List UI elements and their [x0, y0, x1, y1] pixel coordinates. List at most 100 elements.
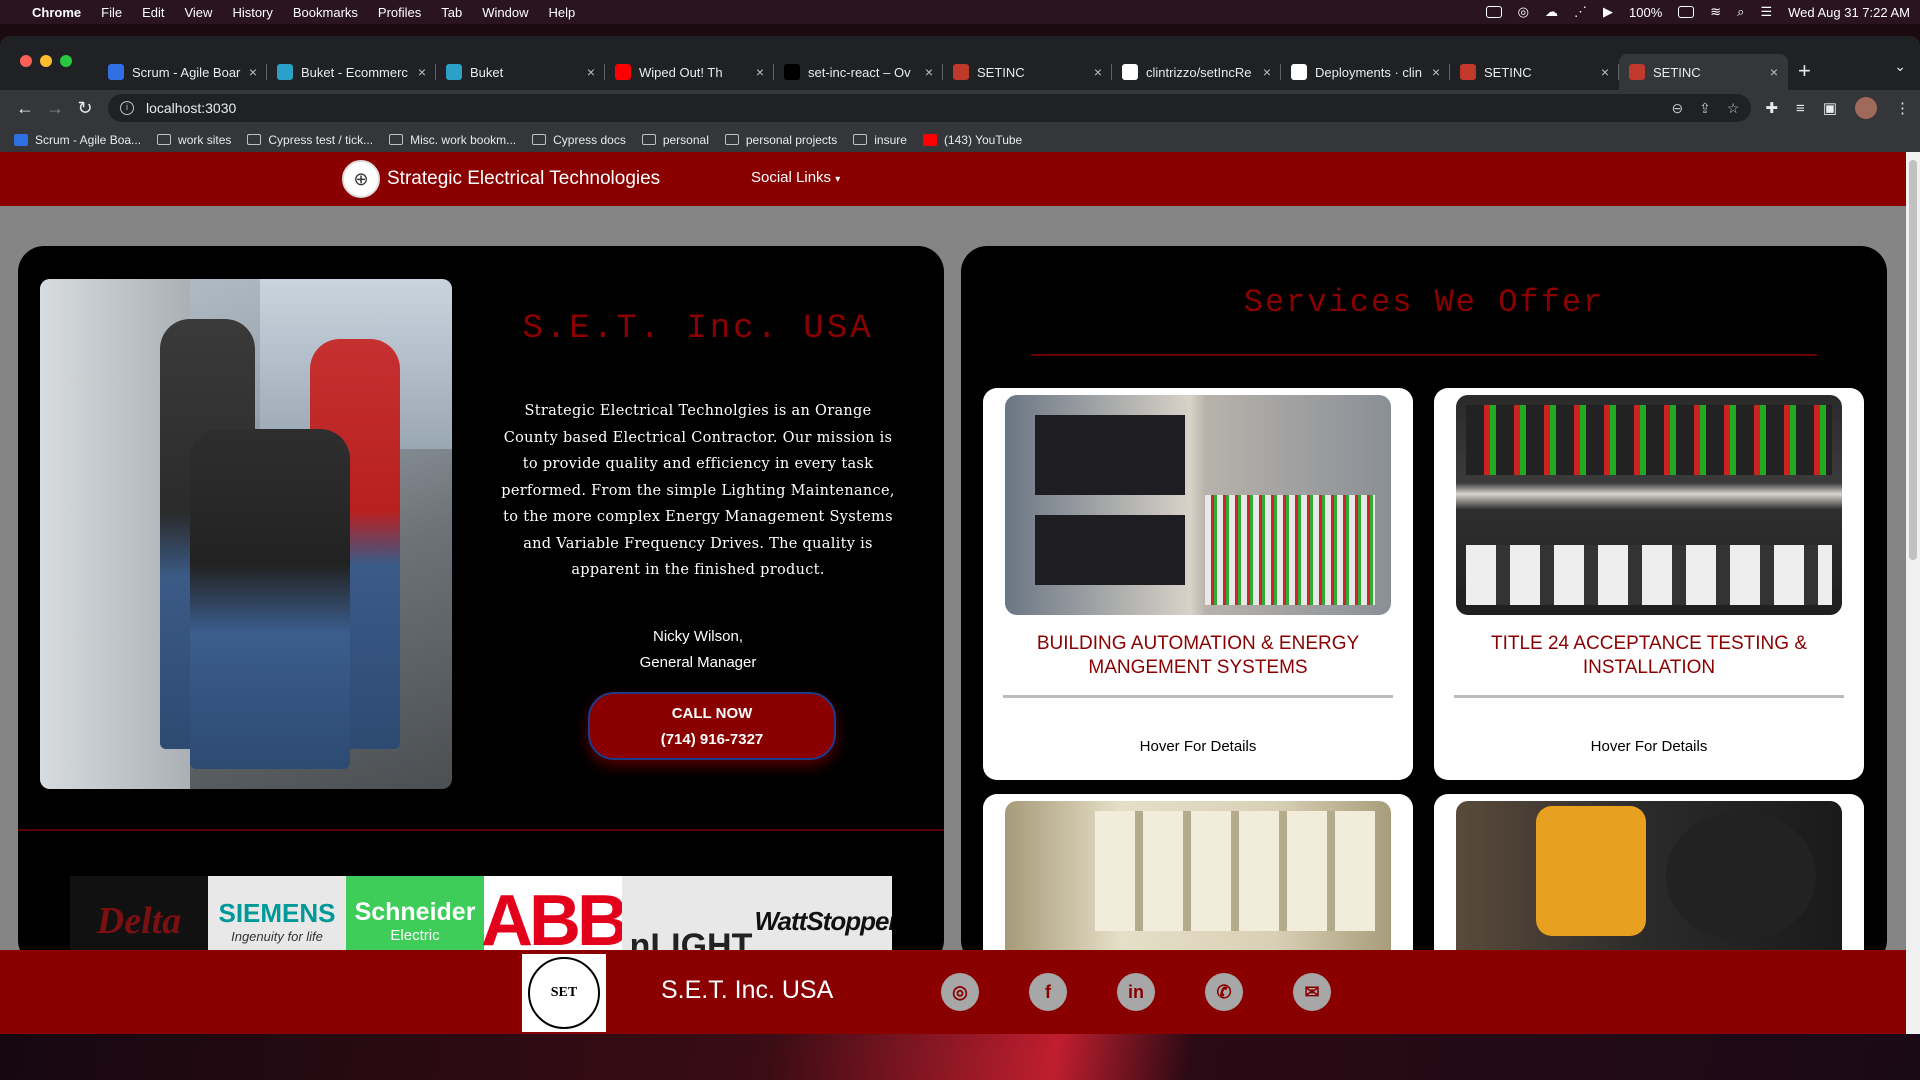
toolbar-icons: ✚ ≡ ▣ ⋮: [1765, 97, 1910, 119]
bookmark-label: personal projects: [745, 132, 838, 147]
play-icon[interactable]: ▶: [1603, 4, 1613, 20]
minimize-window-button[interactable]: [40, 55, 52, 67]
bookmark-label: Misc. work bookm...: [410, 132, 517, 147]
reload-button[interactable]: ↻: [70, 98, 100, 119]
bookmark-star-icon[interactable]: ☆: [1727, 100, 1740, 117]
services-title: Services We Offer: [1243, 284, 1605, 321]
browser-tab[interactable]: set-inc-react – Ov ×: [774, 54, 943, 90]
tab-close-icon[interactable]: ×: [418, 64, 426, 80]
url-text[interactable]: localhost:3030: [146, 100, 236, 116]
social-links-label: Social Links: [751, 169, 832, 186]
wifi-icon[interactable]: ≋: [1710, 4, 1721, 20]
back-button[interactable]: ←: [10, 98, 40, 119]
battery-icon[interactable]: [1678, 6, 1695, 18]
site-info-icon[interactable]: i: [120, 101, 134, 115]
new-tab-button[interactable]: +: [1788, 54, 1821, 90]
reading-list-icon[interactable]: ≡: [1796, 100, 1805, 117]
tab-close-icon[interactable]: ×: [1432, 64, 1440, 80]
tab-close-icon[interactable]: ×: [925, 64, 933, 80]
activity-icon[interactable]: ⋰: [1574, 4, 1587, 20]
bookmark-item[interactable]: personal: [641, 133, 709, 147]
tab-close-icon[interactable]: ×: [1770, 64, 1778, 80]
browser-tab[interactable]: Buket - Ecommerc ×: [267, 54, 436, 90]
page-scrollbar-thumb[interactable]: [1909, 160, 1917, 560]
bookmark-item[interactable]: personal projects: [724, 132, 838, 147]
spotlight-icon[interactable]: ⌕: [1737, 4, 1744, 20]
tab-favicon-icon: [1460, 64, 1476, 80]
control-center-icon[interactable]: ☰: [1760, 4, 1772, 20]
menu-clock[interactable]: Wed Aug 31 7:22 AM: [1788, 5, 1910, 20]
side-panel-icon[interactable]: ▣: [1823, 99, 1837, 117]
folder-icon: [853, 134, 868, 145]
folder-icon: [389, 134, 404, 145]
bookmark-item[interactable]: insure: [853, 133, 907, 147]
browser-tab[interactable]: Scrum - Agile Boar ×: [98, 54, 267, 90]
menu-bookmarks[interactable]: Bookmarks: [293, 5, 358, 20]
folder-icon: [641, 134, 656, 145]
share-icon[interactable]: ⇪: [1699, 100, 1711, 117]
zoom-window-button[interactable]: [60, 55, 72, 67]
menu-status-area: ◎ ☁ ⋰ ▶ 100% ≋ ⌕ ☰ Wed Aug 31 7:22 AM: [1485, 4, 1910, 20]
youtube-icon: [922, 133, 937, 146]
tab-close-icon[interactable]: ×: [1601, 64, 1609, 80]
tab-favicon-icon: [446, 64, 462, 80]
zoom-icon[interactable]: ⊖: [1671, 100, 1683, 117]
forward-button[interactable]: →: [40, 98, 70, 119]
tab-search-chevron-icon[interactable]: ⌄: [1894, 58, 1906, 75]
page-scrollbar[interactable]: [1906, 152, 1920, 1034]
instagram-icon[interactable]: ◎: [941, 973, 979, 1011]
facebook-icon[interactable]: f: [1029, 973, 1067, 1011]
profile-avatar[interactable]: [1855, 97, 1877, 119]
macos-menu-bar: Chrome File Edit View History Bookmarks …: [0, 0, 1920, 24]
bookmark-item[interactable]: work sites: [157, 133, 231, 147]
tab-title: Wiped Out! Th: [639, 64, 723, 80]
airplay-icon[interactable]: ◎: [1518, 4, 1529, 20]
call-now-button[interactable]: CALL NOW (714) 916-7327: [588, 692, 836, 760]
bookmark-item[interactable]: Cypress docs: [532, 133, 626, 147]
chrome-menu-icon[interactable]: ⋮: [1895, 99, 1910, 117]
menu-history[interactable]: History: [232, 5, 272, 20]
phone-icon[interactable]: ✆: [1205, 973, 1243, 1011]
menu-app-name[interactable]: Chrome: [32, 5, 81, 20]
browser-tab[interactable]: Wiped Out! Th ×: [605, 54, 774, 90]
social-links-dropdown[interactable]: Social Links ▾: [751, 169, 840, 186]
browser-tab[interactable]: Buket ×: [436, 54, 605, 90]
browser-tab[interactable]: SETINC ×: [1619, 54, 1788, 90]
browser-tab[interactable]: SETINC ×: [943, 54, 1112, 90]
site-brand-link[interactable]: ⊕ Strategic Electrical Technologies: [342, 160, 660, 198]
service-card-title-24[interactable]: TITLE 24 ACCEPTANCE TESTING & INSTALLATI…: [1434, 388, 1864, 780]
tab-close-icon[interactable]: ×: [756, 64, 764, 80]
email-icon[interactable]: ✉: [1293, 973, 1331, 1011]
tab-close-icon[interactable]: ×: [1263, 64, 1271, 80]
menu-window[interactable]: Window: [482, 5, 528, 20]
schneider-wordmark: Schneider: [354, 898, 476, 926]
tab-close-icon[interactable]: ×: [1094, 64, 1102, 80]
menu-tab[interactable]: Tab: [441, 5, 462, 20]
footer-logo: SET: [522, 954, 606, 1032]
service-card-building-automation[interactable]: BUILDING AUTOMATION & ENERGY MANGEMENT S…: [983, 388, 1413, 780]
bookmark-item[interactable]: Misc. work bookm...: [389, 133, 516, 147]
tab-title: Deployments · clin: [1315, 64, 1422, 80]
extensions-icon[interactable]: ✚: [1765, 99, 1778, 117]
siemens-wordmark: SIEMENS: [218, 898, 336, 928]
menu-edit[interactable]: Edit: [142, 5, 164, 20]
bookmark-item[interactable]: (143) YouTube: [922, 133, 1022, 147]
linkedin-icon[interactable]: in: [1117, 973, 1155, 1011]
cloud-icon[interactable]: ☁: [1545, 4, 1558, 20]
address-bar[interactable]: i localhost:3030 ⊖ ⇪ ☆: [108, 94, 1752, 122]
browser-tab[interactable]: clintrizzo/setIncRe ×: [1112, 54, 1281, 90]
menu-view[interactable]: View: [184, 5, 212, 20]
menu-profiles[interactable]: Profiles: [378, 5, 421, 20]
browser-tabs: Scrum - Agile Boar × Buket - Ecommerc × Buke…: [98, 54, 1788, 90]
tab-close-icon[interactable]: ×: [249, 64, 257, 80]
bookmark-item[interactable]: Scrum - Agile Boa...: [14, 133, 141, 147]
tab-close-icon[interactable]: ×: [587, 64, 595, 80]
bookmark-item[interactable]: Cypress test / tick...: [247, 133, 373, 147]
menu-help[interactable]: Help: [549, 5, 576, 20]
bookmark-label: Cypress docs: [553, 132, 626, 147]
menu-file[interactable]: File: [101, 5, 122, 20]
screen-record-icon[interactable]: [1485, 6, 1502, 18]
browser-tab[interactable]: SETINC ×: [1450, 54, 1619, 90]
close-window-button[interactable]: [20, 55, 32, 67]
browser-tab[interactable]: Deployments · clin ×: [1281, 54, 1450, 90]
